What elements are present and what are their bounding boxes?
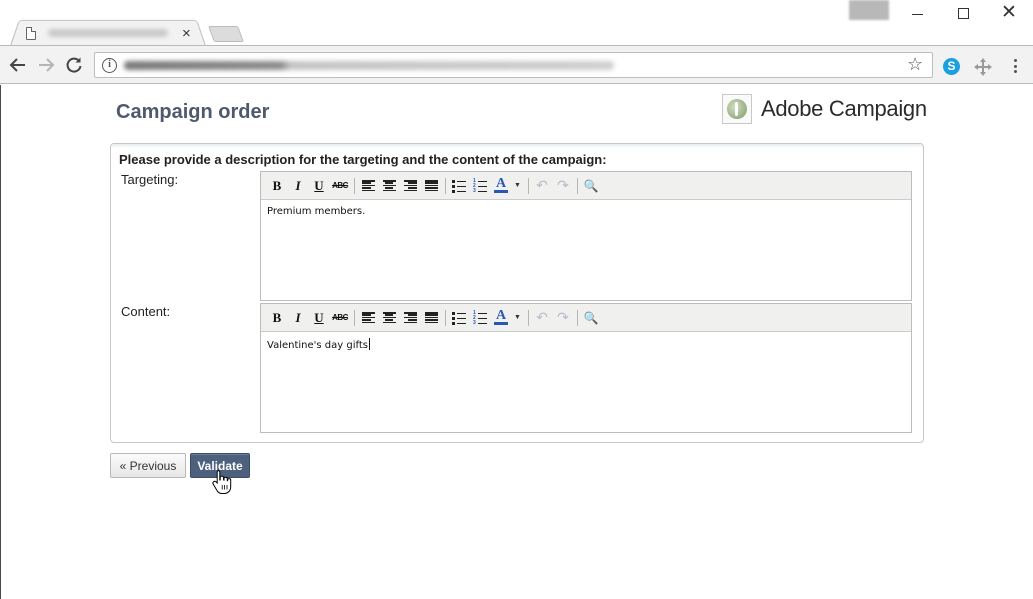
previous-button[interactable]: « Previous	[110, 453, 186, 478]
form-heading: Please provide a description for the tar…	[119, 152, 607, 167]
targeting-label: Targeting:	[121, 172, 179, 187]
italic-button[interactable]: I	[288, 308, 308, 328]
toolbar-separator	[527, 177, 529, 194]
profile-badge-blurred[interactable]	[849, 0, 889, 20]
info-icon[interactable]: i	[102, 58, 117, 73]
align-center-button[interactable]	[379, 176, 399, 196]
content-text-area[interactable]: Valentine's day gifts	[261, 332, 911, 432]
strikethrough-button[interactable]: ABC	[330, 176, 350, 196]
underline-button[interactable]: U	[309, 308, 329, 328]
find-binoculars-icon[interactable]: 🔍	[581, 176, 601, 196]
font-color-dropdown-icon[interactable]: ▼	[514, 314, 521, 321]
toolbar-separator	[576, 309, 578, 326]
browser-titlebar: × ✕	[0, 0, 1033, 46]
bullet-list-icon	[452, 179, 466, 193]
minimize-icon[interactable]	[912, 7, 926, 21]
align-left-button[interactable]	[358, 176, 378, 196]
address-bar[interactable]: i ☆	[94, 52, 933, 78]
new-tab-button[interactable]	[208, 26, 244, 42]
content-text: Valentine's day gifts	[267, 340, 368, 351]
reload-icon[interactable]	[65, 56, 83, 74]
toolbar-separator	[354, 177, 355, 194]
align-justify-icon	[424, 180, 438, 191]
text-cursor	[368, 338, 370, 350]
font-color-button[interactable]: A	[491, 176, 511, 196]
align-left-icon	[361, 312, 375, 323]
maximize-icon[interactable]	[958, 8, 969, 19]
bold-button[interactable]: B	[267, 308, 287, 328]
hand-pointer-cursor-icon	[212, 470, 232, 494]
menu-dot	[1013, 70, 1017, 73]
page-title: Campaign order	[116, 101, 270, 123]
brand-name: Adobe Campaign	[761, 96, 927, 121]
browser-toolbar: i ☆ S	[0, 45, 1033, 84]
tab-close-icon[interactable]: ×	[182, 26, 191, 41]
extension-icon[interactable]	[973, 56, 993, 76]
brand-logo: Adobe Campaign	[722, 93, 927, 125]
targeting-text: Premium members.	[267, 206, 366, 217]
font-color-dropdown-icon[interactable]: ▼	[514, 182, 521, 189]
bold-button[interactable]: B	[267, 176, 287, 196]
page-icon	[26, 26, 36, 40]
align-right-button[interactable]	[400, 176, 420, 196]
toolbar-separator	[354, 309, 355, 326]
italic-button[interactable]: I	[288, 176, 308, 196]
bullet-list-button[interactable]	[449, 176, 469, 196]
align-right-icon	[403, 312, 417, 323]
font-color-icon: A	[494, 176, 508, 193]
numbered-list-button[interactable]: 123	[470, 176, 490, 196]
targeting-text-area[interactable]: Premium members.	[261, 200, 911, 300]
editor-toolbar: B I U ABC 123 A ▼ ↶ ↷ 🔍	[261, 172, 911, 200]
form-panel: Please provide a description for the tar…	[110, 143, 924, 443]
numbered-list-button[interactable]: 123	[470, 308, 490, 328]
toolbar-separator	[445, 177, 446, 194]
align-center-icon	[382, 180, 396, 191]
align-right-icon	[403, 180, 417, 191]
numbered-list-icon: 123	[473, 310, 487, 325]
browser-menu-icon[interactable]	[1009, 57, 1021, 75]
skype-extension-icon[interactable]: S	[943, 58, 960, 75]
menu-dot	[1013, 59, 1017, 62]
content-rich-text-editor[interactable]: B I U ABC 123 A ▼ ↶ ↷ 🔍 Valentine's day …	[260, 303, 912, 433]
window-left-border	[0, 85, 1, 599]
browser-tab-content[interactable]: ×	[22, 22, 200, 44]
align-justify-button[interactable]	[421, 308, 441, 328]
align-justify-button[interactable]	[421, 176, 441, 196]
align-left-button[interactable]	[358, 308, 378, 328]
underline-button[interactable]: U	[309, 176, 329, 196]
strikethrough-button[interactable]: ABC	[330, 308, 350, 328]
tab-title-blurred	[48, 29, 168, 37]
content-label: Content:	[121, 304, 171, 319]
align-center-icon	[382, 312, 396, 323]
align-justify-icon	[424, 312, 438, 323]
adobe-campaign-logo-icon	[722, 94, 752, 124]
back-arrow-icon[interactable]	[9, 56, 27, 74]
numbered-list-icon: 123	[473, 178, 487, 193]
toolbar-separator	[527, 309, 529, 326]
window-close-icon[interactable]: ✕	[1001, 3, 1017, 22]
font-color-icon: A	[494, 308, 508, 325]
toolbar-separator	[445, 309, 446, 326]
forward-arrow-icon[interactable]	[37, 56, 55, 74]
menu-dot	[1013, 64, 1017, 68]
font-color-button[interactable]: A	[491, 308, 511, 328]
align-center-button[interactable]	[379, 308, 399, 328]
align-left-icon	[361, 180, 375, 191]
toolbar-separator	[576, 177, 578, 194]
undo-icon[interactable]: ↶	[532, 176, 552, 196]
logo-mark	[727, 99, 747, 119]
bullet-list-icon	[452, 311, 466, 325]
redo-icon[interactable]: ↷	[553, 176, 573, 196]
align-right-button[interactable]	[400, 308, 420, 328]
undo-icon[interactable]: ↶	[532, 308, 552, 328]
panel-top-shadow	[111, 144, 923, 148]
targeting-rich-text-editor[interactable]: B I U ABC 123 A ▼ ↶ ↷ 🔍 Premium members.	[260, 171, 912, 301]
redo-icon[interactable]: ↷	[553, 308, 573, 328]
bullet-list-button[interactable]	[449, 308, 469, 328]
url-text-blurred	[124, 61, 614, 70]
find-binoculars-icon[interactable]: 🔍	[581, 308, 601, 328]
editor-toolbar: B I U ABC 123 A ▼ ↶ ↷ 🔍	[261, 304, 911, 332]
bookmark-star-icon[interactable]: ☆	[907, 55, 923, 73]
